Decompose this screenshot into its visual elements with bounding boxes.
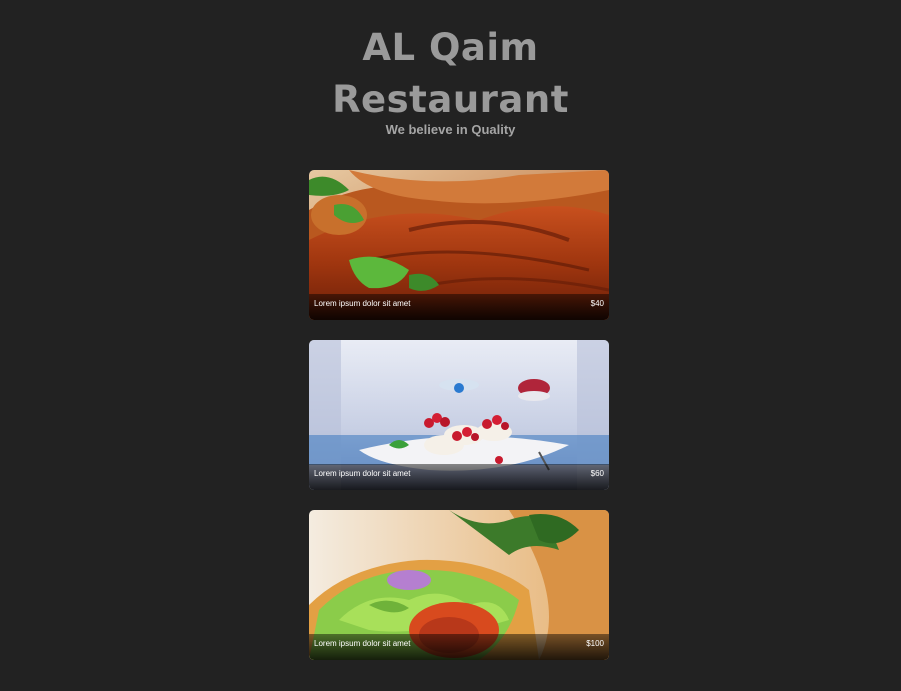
caption-bar: Lorem ipsum dolor sit amet $60 (309, 464, 609, 490)
title-line-2: Restaurant (332, 78, 569, 121)
menu-item-price: $100 (586, 639, 604, 648)
menu-item-name: Lorem ipsum dolor sit amet (314, 639, 411, 648)
menu-item-card[interactable]: Lorem ipsum dolor sit amet $60 (309, 340, 609, 490)
menu-item-name: Lorem ipsum dolor sit amet (314, 299, 411, 308)
caption-bar: Lorem ipsum dolor sit amet $100 (309, 634, 609, 660)
menu-item-card[interactable]: Lorem ipsum dolor sit amet $100 (309, 510, 609, 660)
header: AL Qaim Restaurant We believe in Quality (0, 22, 901, 137)
title-line-1: AL Qaim (362, 26, 539, 69)
menu-item-price: $40 (590, 299, 604, 308)
menu-item-name: Lorem ipsum dolor sit amet (314, 469, 411, 478)
page: AL Qaim Restaurant We believe in Quality (0, 0, 901, 691)
caption-bar: Lorem ipsum dolor sit amet $40 (309, 294, 609, 320)
menu-item-card[interactable]: Lorem ipsum dolor sit amet $40 (309, 170, 609, 320)
restaurant-title: AL Qaim Restaurant (0, 22, 901, 126)
tagline: We believe in Quality (385, 122, 516, 137)
menu-item-price: $60 (590, 469, 604, 478)
